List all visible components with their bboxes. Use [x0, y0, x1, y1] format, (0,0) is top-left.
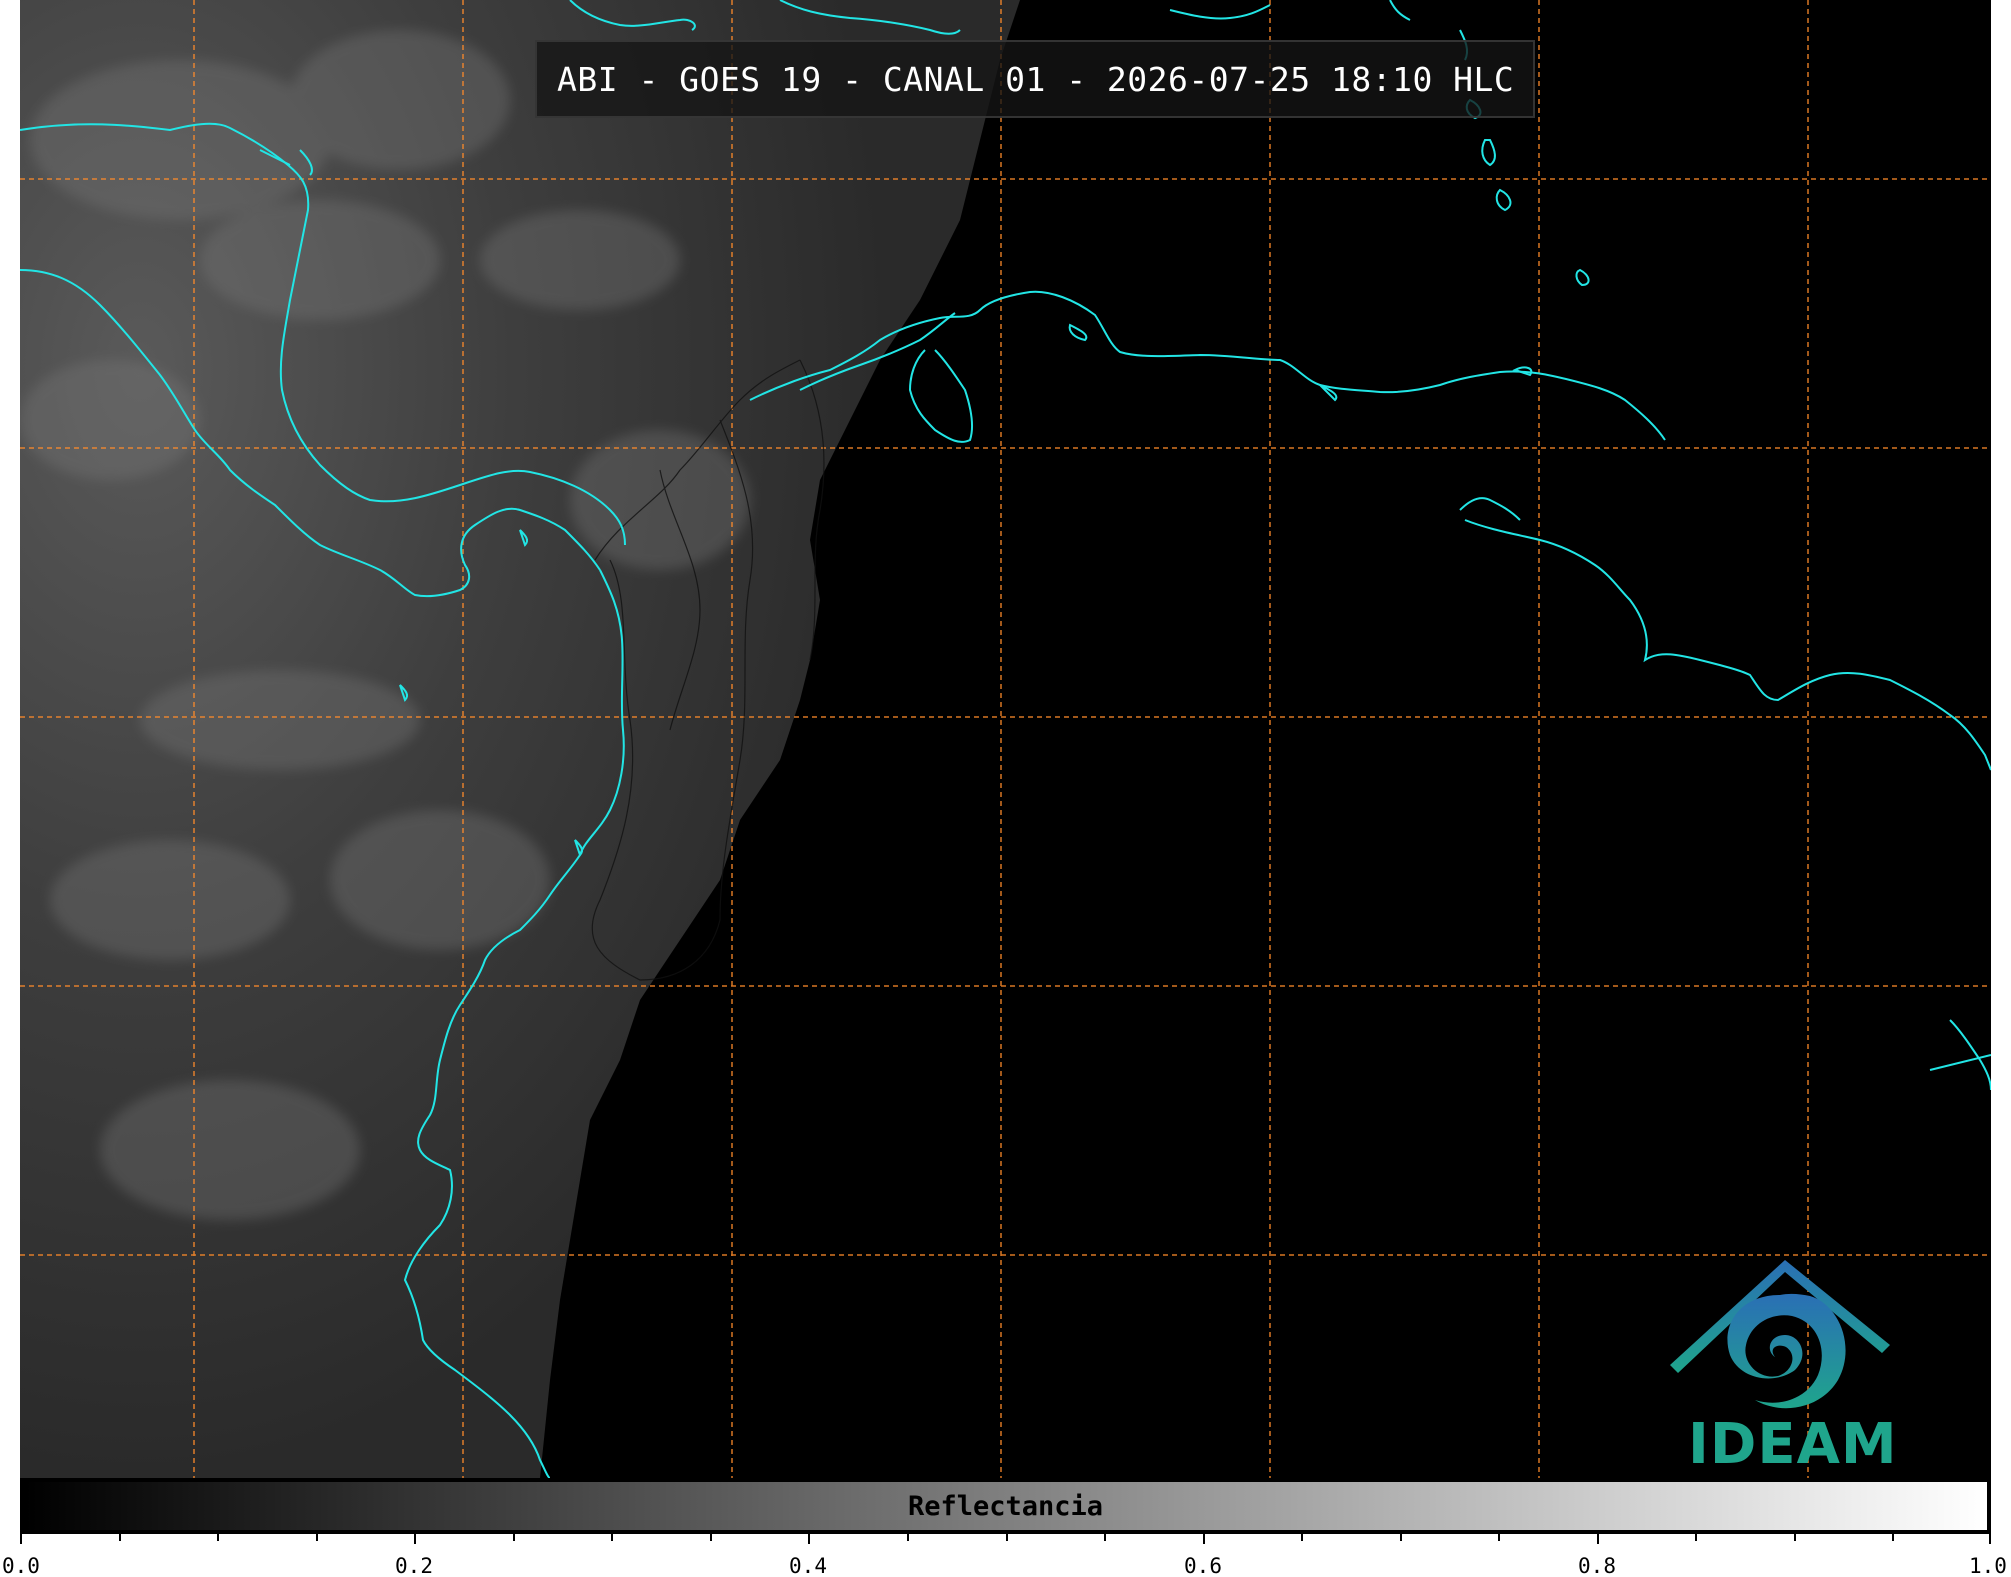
colorbar-minor-tick: [1006, 1534, 1008, 1541]
colorbar-ticks: 0.0 0.2 0.4 0.6 0.8 1.0: [2, 1534, 2007, 1577]
colorbar-minor-tick: [513, 1534, 515, 1541]
colorbar-tick-label: 0.4: [789, 1554, 827, 1577]
colorbar-tick-label: 1.0: [1969, 1554, 2007, 1577]
colorbar-minor-tick: [217, 1534, 219, 1541]
colorbar-minor-tick: [1301, 1534, 1303, 1541]
colorbar-major-tick: [414, 1534, 416, 1544]
ideam-logo-text: IDEAM: [1688, 1412, 1898, 1477]
title-box: ABI - GOES 19 - CANAL 01 - 2026-07-25 18…: [535, 40, 1535, 118]
colorbar-minor-tick: [316, 1534, 318, 1541]
colorbar-minor-tick: [1400, 1534, 1402, 1541]
colorbar-minor-tick: [1498, 1534, 1500, 1541]
colorbar-tick-label: 0.8: [1578, 1554, 1616, 1577]
satellite-image-page: ABI - GOES 19 - CANAL 01 - 2026-07-25 18…: [0, 0, 2011, 1577]
colorbar-tick-label: 0.6: [1184, 1554, 1222, 1577]
image-title: ABI - GOES 19 - CANAL 01 - 2026-07-25 18…: [557, 60, 1515, 99]
colorbar-minor-tick: [907, 1534, 909, 1541]
colorbar-major-tick: [1597, 1534, 1599, 1544]
colorbar-label: Reflectancia: [907, 1491, 1104, 1522]
colorbar-minor-tick: [119, 1534, 121, 1541]
colorbar-tick-label: 0.0: [2, 1554, 40, 1577]
colorbar-minor-tick: [1892, 1534, 1894, 1541]
colorbar-minor-tick: [710, 1534, 712, 1541]
colorbar-minor-tick: [1104, 1534, 1106, 1541]
colorbar-major-tick: [1989, 1534, 1991, 1544]
colorbar-major-tick: [20, 1534, 22, 1544]
colorbar-tick-label: 0.2: [395, 1554, 433, 1577]
colorbar-major-tick: [1203, 1534, 1205, 1544]
colorbar-minor-tick: [1794, 1534, 1796, 1541]
reflectance-colorbar: Reflectancia: [20, 1478, 1991, 1534]
colorbar-minor-tick: [611, 1534, 613, 1541]
colorbar-major-tick: [808, 1534, 810, 1544]
colorbar-minor-tick: [1695, 1534, 1697, 1541]
